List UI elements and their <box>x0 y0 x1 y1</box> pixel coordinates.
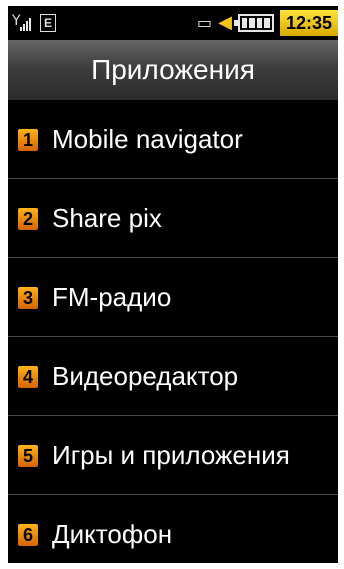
item-label: FM-радио <box>52 282 172 312</box>
phone-screen: Y E ▭ ◀ 12:35 Приложения 1 Mobile naviga… <box>8 6 338 563</box>
item-number-badge: 4 <box>18 366 38 388</box>
list-item-voice-recorder[interactable]: 6 Диктофон <box>8 495 338 563</box>
list-item-fm-radio[interactable]: 3 FM-радио <box>8 258 338 337</box>
item-number-badge: 2 <box>18 208 38 230</box>
list-item-games-and-apps[interactable]: 5 Игры и приложения <box>8 416 338 495</box>
item-label: Share pix <box>52 203 162 233</box>
page-title: Приложения <box>91 54 255 85</box>
battery-icon <box>233 14 274 32</box>
signal-strength-icon: Y <box>12 14 34 32</box>
list-item-mobile-navigator[interactable]: 1 Mobile navigator <box>8 100 338 179</box>
status-left: Y E <box>12 11 56 35</box>
item-label: Видеоредактор <box>52 361 239 391</box>
applications-list: 1 Mobile navigator 2 Share pix 3 FM-ради… <box>8 100 338 563</box>
item-number-badge: 1 <box>18 129 38 151</box>
clock: 12:35 <box>279 10 338 36</box>
speaker-icon: ◀ <box>218 12 232 33</box>
item-number-badge: 3 <box>18 287 38 309</box>
item-label: Mobile navigator <box>52 124 243 154</box>
item-number-badge: 5 <box>18 445 38 467</box>
status-bar: Y E ▭ ◀ 12:35 <box>8 6 338 40</box>
item-label: Диктофон <box>52 519 173 549</box>
item-label: Игры и приложения <box>52 440 290 470</box>
title-bar: Приложения <box>8 40 338 100</box>
item-number-badge: 6 <box>18 524 38 546</box>
list-item-share-pix[interactable]: 2 Share pix <box>8 179 338 258</box>
signal-bars <box>20 18 31 31</box>
network-type-icon: E <box>40 14 56 32</box>
status-right: ▭ ◀ 12:35 <box>197 9 338 37</box>
list-item-video-editor[interactable]: 4 Видеоредактор <box>8 337 338 416</box>
memory-card-icon: ▭ <box>196 13 213 32</box>
